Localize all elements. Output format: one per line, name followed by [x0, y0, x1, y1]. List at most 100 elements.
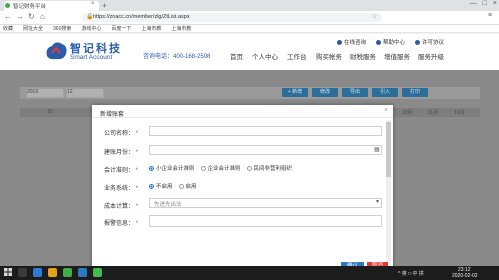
online-consult-label: 在线咨询 — [343, 40, 366, 46]
maximize-icon[interactable]: □ — [483, 0, 487, 7]
nav-value-added[interactable]: 增值服务 — [384, 51, 410, 61]
folder-icon[interactable] — [48, 268, 57, 277]
accounting-standard-radio-group: 小企业会计准则 企业会计准则 民间非营利组织 — [149, 164, 298, 172]
required-mark: * — [135, 204, 138, 210]
radio-label: 不启用 — [156, 184, 173, 190]
browser-menu-icon[interactable]: ≡ — [488, 12, 492, 19]
search-icon[interactable] — [18, 268, 27, 277]
bookmark-item[interactable]: 上海市教 — [141, 25, 161, 32]
alert-info-label: 报警信息： * — [86, 218, 138, 227]
column-header: 10月 — [402, 110, 413, 116]
bookmark-item[interactable]: 游戏中心 — [81, 25, 101, 32]
bookmark-item[interactable]: 网址大全 — [23, 25, 43, 32]
start-month-label-text: 建账月份： — [103, 150, 134, 156]
radio-icon — [149, 165, 154, 171]
print-button[interactable]: 打印 — [402, 88, 428, 97]
chevron-down-icon: ▼ — [375, 199, 380, 205]
bookmark-item[interactable]: 上海市教 — [171, 25, 191, 32]
business-system-label-text: 业务系统： — [103, 186, 134, 192]
radio-icon — [178, 183, 184, 189]
cost-method-label: 成本计算： * — [86, 201, 138, 210]
dialog-divider — [92, 117, 393, 118]
business-system-label: 业务系统： * — [86, 183, 138, 192]
license-link[interactable]: 许可协议 — [414, 38, 444, 46]
accounting-standard-label: 会计准则： * — [86, 165, 138, 174]
bookmark-item[interactable]: 收藏 — [3, 25, 13, 32]
start-month-input[interactable] — [149, 145, 382, 155]
clock-date: 2020-02-02 — [452, 273, 478, 279]
ie-browser-icon[interactable] — [33, 268, 42, 277]
close-icon[interactable]: × — [384, 107, 388, 114]
favicon-icon — [5, 3, 10, 8]
month-select[interactable]: 12 — [66, 88, 104, 98]
column-header: 12月 — [454, 110, 465, 116]
radio-label: 企业会计准则 — [207, 166, 241, 172]
scrollbar-thumb[interactable] — [386, 122, 391, 177]
business-disabled-radio[interactable]: 不启用 — [149, 182, 173, 190]
help-center-label: 帮助中心 — [382, 40, 405, 46]
help-center-link[interactable]: 帮助中心 — [375, 38, 405, 46]
nav-buy-accounts[interactable]: 购买帐务 — [316, 51, 342, 61]
app-icon[interactable] — [78, 268, 87, 277]
chat-icon — [336, 40, 342, 46]
alert-info-label-text: 报警信息： — [103, 221, 134, 227]
radio-icon — [246, 165, 252, 171]
import-button[interactable]: 引入 — [372, 88, 398, 97]
standard-nonprofit-radio[interactable]: 民间非营利组织 — [246, 164, 293, 172]
required-mark: * — [135, 131, 138, 137]
wechat-icon[interactable] — [93, 268, 102, 277]
online-consult-link[interactable]: 在线咨询 — [336, 38, 366, 46]
required-mark: * — [135, 186, 138, 192]
standard-enterprise-radio[interactable]: 企业会计准则 — [200, 164, 241, 172]
bookmark-item[interactable]: 百度一下 — [111, 25, 131, 32]
tab-close-icon[interactable]: × — [91, 1, 95, 7]
bookmark-star-icon[interactable]: ☆ — [372, 13, 377, 20]
business-enabled-radio[interactable]: 启用 — [178, 182, 197, 190]
nav-personal-center[interactable]: 个人中心 — [252, 51, 278, 61]
nav-upgrade[interactable]: 服务升级 — [418, 51, 444, 61]
nav-home[interactable]: 首页 — [230, 51, 243, 61]
radio-label: 启用 — [185, 184, 197, 190]
start-month-label: 建账月份： * — [86, 147, 138, 156]
company-name-input[interactable] — [149, 126, 382, 136]
window-controls: — □ × — [470, 0, 497, 7]
add-button[interactable]: + 新增 — [282, 88, 308, 97]
required-mark: * — [135, 168, 138, 174]
bookmark-item[interactable]: 360搜索 — [53, 25, 71, 32]
forward-icon[interactable]: → — [16, 12, 24, 21]
calendar-icon[interactable]: ▦ — [374, 146, 380, 153]
nav-workbench[interactable]: 工作台 — [287, 51, 307, 61]
home-icon[interactable]: ⌂ — [40, 12, 45, 21]
cost-method-select[interactable]: 先进先出法 — [149, 198, 382, 208]
standard-small-enterprise-radio[interactable]: 小企业会计准则 — [149, 164, 195, 172]
back-icon[interactable]: ← — [4, 12, 12, 21]
license-icon — [414, 40, 420, 46]
company-name-label: 公司名称： * — [86, 128, 138, 137]
reload-icon[interactable]: ↻ — [28, 12, 35, 21]
radio-label: 民间非营利组织 — [253, 166, 293, 172]
company-name-label-text: 公司名称： — [103, 131, 134, 137]
help-icon — [375, 40, 381, 46]
cost-method-label-text: 成本计算： — [103, 204, 134, 210]
hotline-text: 咨询电话：400-168-2508 — [143, 54, 211, 60]
alert-info-input[interactable] — [149, 215, 382, 227]
browser-360-icon[interactable] — [63, 268, 72, 277]
new-tab-icon[interactable]: + — [102, 1, 107, 10]
accounting-standard-label-text: 会计准则： — [103, 168, 134, 174]
column-header: 11月 — [428, 110, 439, 116]
windows-start-icon[interactable] — [4, 268, 12, 276]
taskbar — [0, 266, 499, 280]
required-mark: * — [135, 221, 138, 227]
close-window-icon[interactable]: × — [493, 0, 497, 7]
radio-icon — [149, 183, 154, 189]
logo-subtext: Smart Account — [70, 54, 113, 61]
edit-button[interactable]: 修改 — [312, 88, 338, 97]
minimize-icon[interactable]: — — [470, 0, 477, 7]
export-button[interactable]: 导出 — [342, 88, 368, 97]
nav-tax-services[interactable]: 财税服务 — [350, 51, 376, 61]
system-tray[interactable]: ^ 英 □ 中 拼 — [398, 270, 424, 277]
license-label: 许可协议 — [421, 40, 444, 46]
year-select[interactable]: 2019 — [26, 88, 64, 98]
column-header: ID — [48, 109, 53, 115]
url-text[interactable]: https://znacc.cn/member/zlg/ZtList.aspx — [93, 14, 190, 20]
